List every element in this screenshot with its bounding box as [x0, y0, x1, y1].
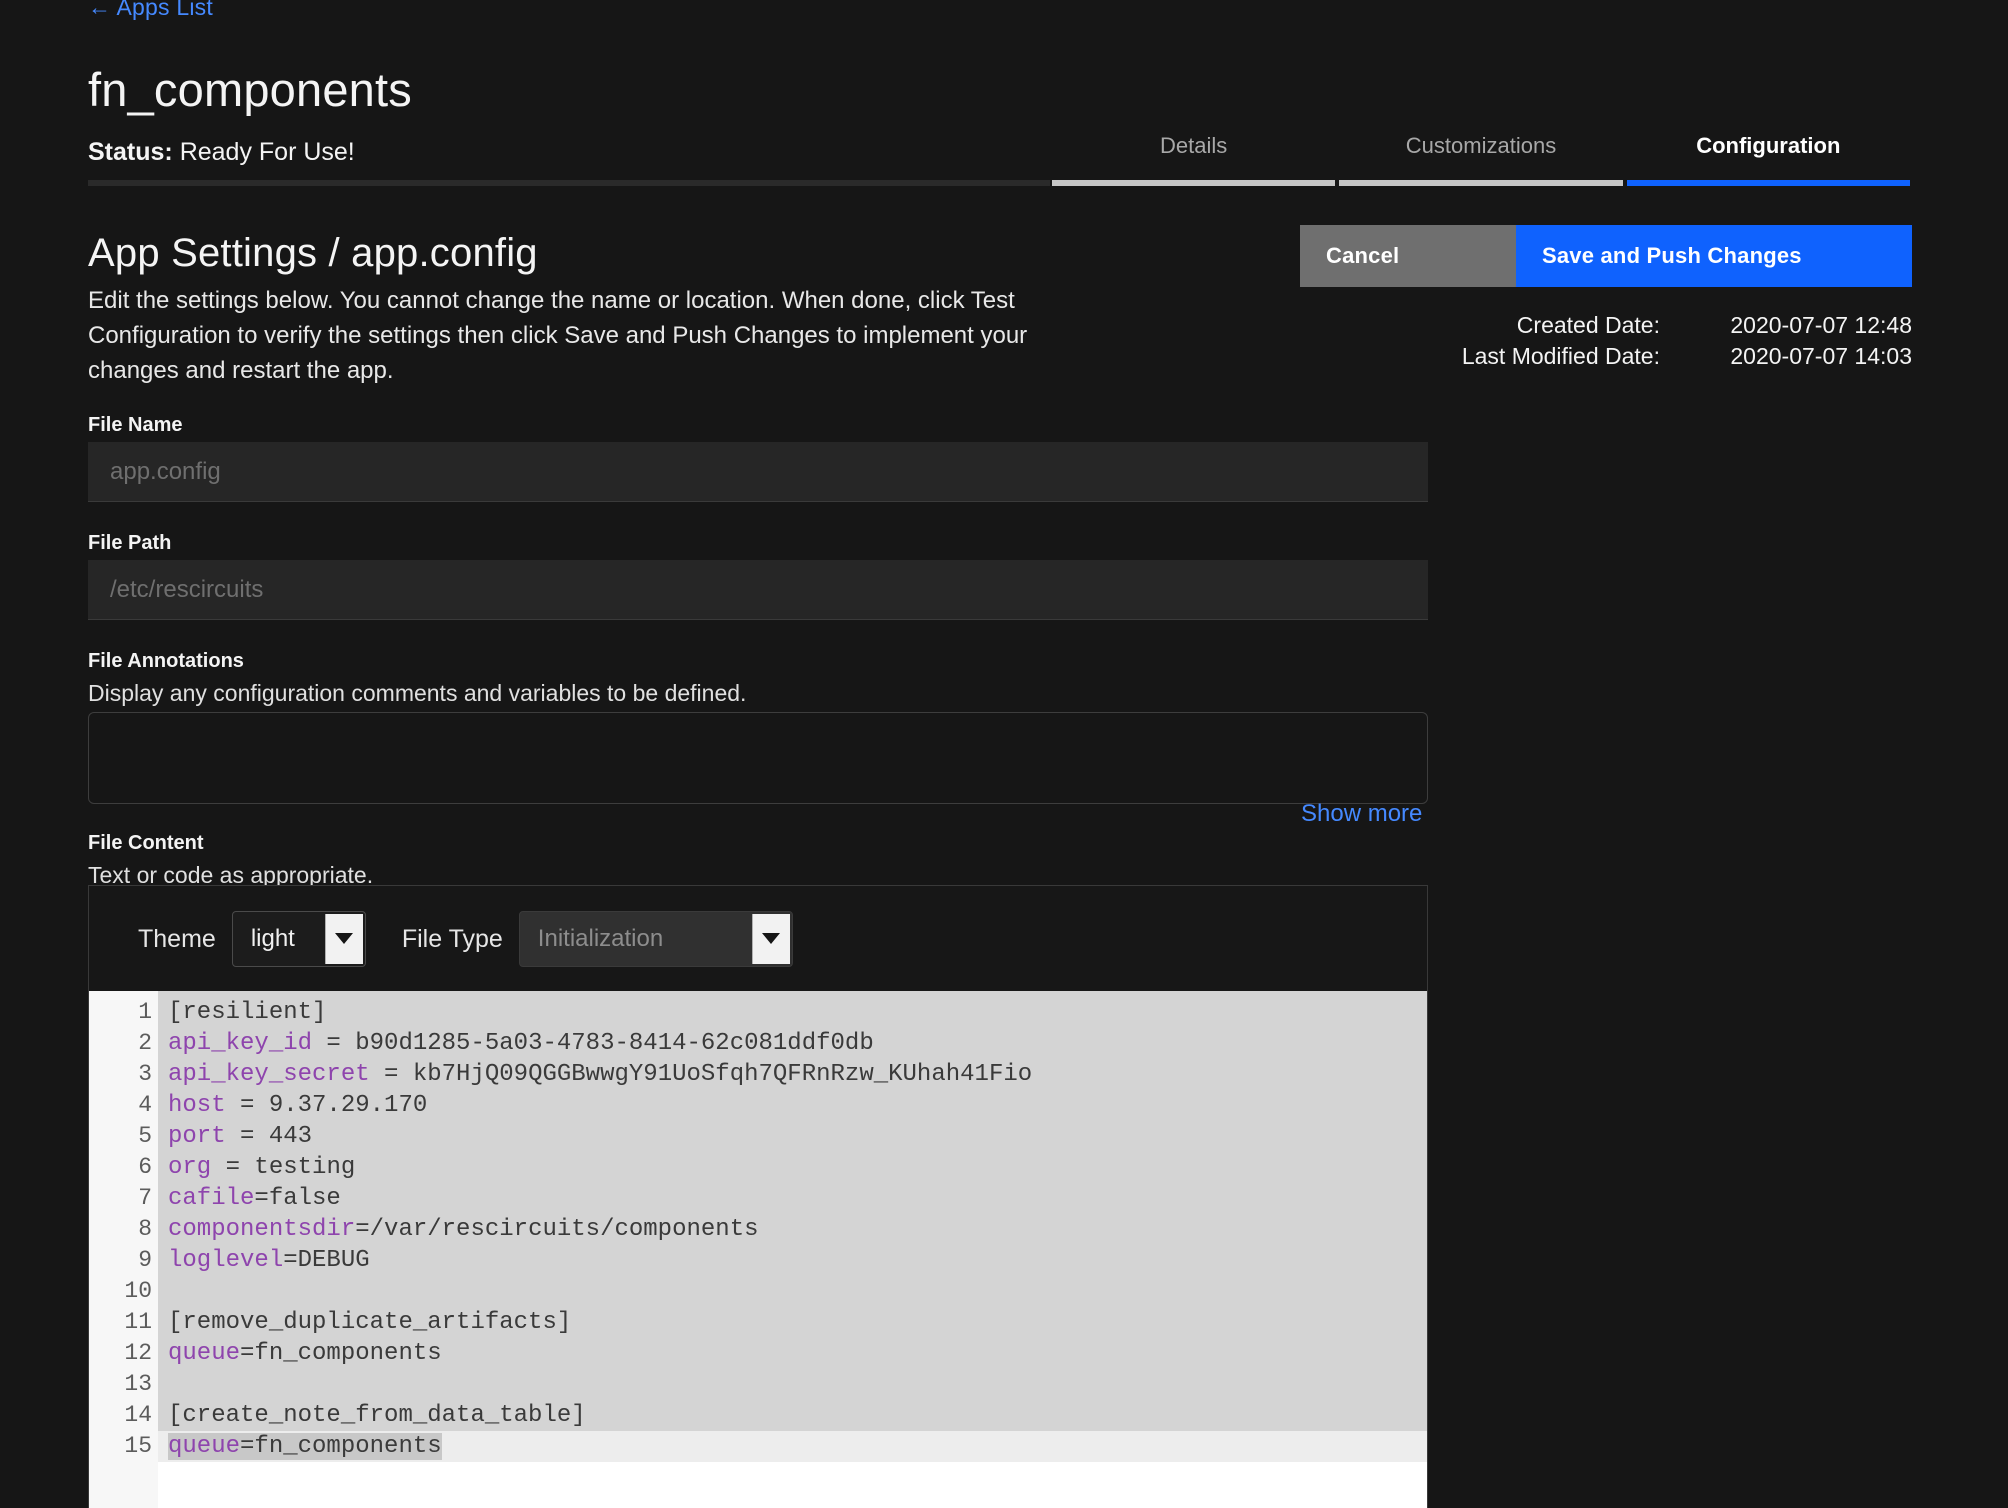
line-number: 14 [89, 1400, 171, 1431]
file-content-label: File Content [88, 832, 204, 854]
code-key: port [168, 1123, 226, 1150]
line-number: 3 [138, 1061, 152, 1087]
tab-customizations-underline [1339, 180, 1623, 186]
code-line[interactable]: queue=fn_components [158, 1431, 1427, 1462]
code-line[interactable]: [remove_duplicate_artifacts] [158, 1307, 1427, 1338]
file-annotations-label: File Annotations [88, 650, 244, 672]
tab-configuration-label: Configuration [1696, 133, 1841, 158]
tab-details-label: Details [1160, 133, 1228, 158]
chevron-down-icon[interactable] [324, 913, 363, 964]
code-key: componentsdir [168, 1216, 356, 1243]
file-type-select[interactable]: Initialization [518, 910, 793, 967]
editor-toolbar: Theme light File Type Initialization [89, 886, 1427, 991]
file-path-input[interactable] [88, 560, 1428, 620]
line-number: 15 [124, 1433, 152, 1459]
code-key: queue [168, 1433, 241, 1460]
code-line[interactable] [158, 1276, 1427, 1307]
back-to-apps-list-link[interactable]: ← Apps List [88, 0, 213, 22]
line-number: 6 [138, 1154, 152, 1180]
tab-details-underline [1052, 180, 1336, 186]
line-number: 2 [138, 1030, 152, 1056]
code-line[interactable]: host = 9.37.29.170 [158, 1090, 1427, 1121]
cancel-button[interactable]: Cancel [1300, 225, 1516, 287]
file-annotations-helper: Display any configuration comments and v… [88, 680, 747, 706]
created-date-value: 2020-07-07 12:48 [1730, 312, 1912, 338]
line-number: 1 [89, 997, 171, 1028]
status-value: Ready For Use! [179, 138, 355, 166]
code-empty-area[interactable] [158, 1462, 1427, 1508]
code-line[interactable]: componentsdir=/var/rescircuits/component… [158, 1214, 1427, 1245]
tab-customizations-label: Customizations [1405, 133, 1557, 158]
line-number-gutter: 1 2 3 4 5 6 7 8 9 10 11 12 13 14 15 [89, 991, 171, 1508]
status-row: Status: Ready For Use! [88, 136, 355, 168]
code-key: org [168, 1154, 212, 1181]
line-number: 10 [124, 1278, 152, 1304]
line-number: 4 [138, 1092, 152, 1118]
code-content[interactable]: [resilient] api_key_id = b90d1285-5a03-47… [158, 991, 1427, 1508]
code-line[interactable]: queue=fn_components [158, 1338, 1427, 1369]
theme-select[interactable]: light [231, 910, 366, 967]
file-path-label: File Path [88, 532, 172, 554]
header-divider [88, 180, 1050, 186]
tab-configuration-underline [1626, 180, 1910, 186]
app-configuration-page: ← Apps List fn_components Status: Ready … [0, 0, 2008, 1508]
code-key: queue [168, 1340, 241, 1367]
tab-customizations[interactable]: Customizations [1337, 122, 1624, 186]
code-key: host [168, 1092, 226, 1119]
file-annotations-textarea[interactable] [88, 712, 1428, 804]
code-line[interactable]: api_key_id = b90d1285-5a03-4783-8414-62c… [158, 1028, 1427, 1059]
file-name-input[interactable] [88, 442, 1428, 502]
code-key: loglevel [168, 1247, 284, 1274]
code-key: api_key_id [168, 1030, 313, 1057]
created-date-row: Created Date: 2020-07-07 12:48 [1360, 310, 1912, 341]
theme-select-value: light [250, 924, 295, 952]
code-line[interactable]: [resilient] [158, 997, 1427, 1028]
save-and-push-changes-button[interactable]: Save and Push Changes [1516, 225, 1912, 287]
status-label: Status: [88, 138, 173, 166]
tab-configuration[interactable]: Configuration [1625, 122, 1912, 186]
tab-details[interactable]: Details [1050, 122, 1337, 186]
last-modified-date-row: Last Modified Date: 2020-07-07 14:03 [1360, 341, 1912, 372]
line-number: 13 [124, 1371, 152, 1397]
section-title: App Settings / app.config [88, 231, 538, 275]
metadata-dates: Created Date: 2020-07-07 12:48 Last Modi… [1360, 310, 1912, 372]
show-more-link[interactable]: Show more [1301, 798, 1422, 830]
code-line[interactable]: loglevel=DEBUG [158, 1245, 1427, 1276]
line-number: 7 [138, 1185, 152, 1211]
line-number: 8 [138, 1216, 152, 1242]
last-modified-date-value: 2020-07-07 14:03 [1730, 343, 1912, 369]
code-line[interactable]: [create_note_from_data_table] [158, 1400, 1427, 1431]
last-modified-date-label: Last Modified Date: [1461, 343, 1660, 369]
file-name-label: File Name [88, 414, 183, 436]
line-number: 9 [138, 1247, 152, 1273]
page-title: fn_components [88, 63, 412, 116]
code-area[interactable]: 1 2 3 4 5 6 7 8 9 10 11 12 13 14 15 [resilient] api_key… [89, 991, 1427, 1508]
tab-bar: Details Customizations Configuration [1050, 122, 1912, 186]
line-number: 11 [89, 1307, 171, 1338]
file-type-label: File Type [401, 924, 503, 953]
action-button-group: Cancel Save and Push Changes [1300, 225, 1912, 287]
chevron-down-icon[interactable] [751, 913, 790, 964]
code-editor: Theme light File Type Initialization 12 3… [88, 885, 1428, 1508]
section-description: Edit the settings below. You cannot chan… [88, 287, 1028, 384]
code-line[interactable] [158, 1369, 1427, 1400]
code-line[interactable]: port = 443 [158, 1121, 1427, 1152]
code-line[interactable]: api_key_secret = kb7HjQ09QGGBwwgY91UoSfq… [158, 1059, 1427, 1090]
code-key: cafile [168, 1185, 255, 1212]
file-type-select-value: Initialization [537, 924, 664, 952]
code-key: api_key_secret [168, 1061, 370, 1088]
line-number: 12 [124, 1340, 152, 1366]
theme-label: Theme [138, 924, 216, 953]
line-number: 5 [138, 1123, 152, 1149]
created-date-label: Created Date: [1516, 312, 1660, 338]
code-line[interactable]: org = testing [158, 1152, 1427, 1183]
code-line[interactable]: cafile=false [158, 1183, 1427, 1214]
